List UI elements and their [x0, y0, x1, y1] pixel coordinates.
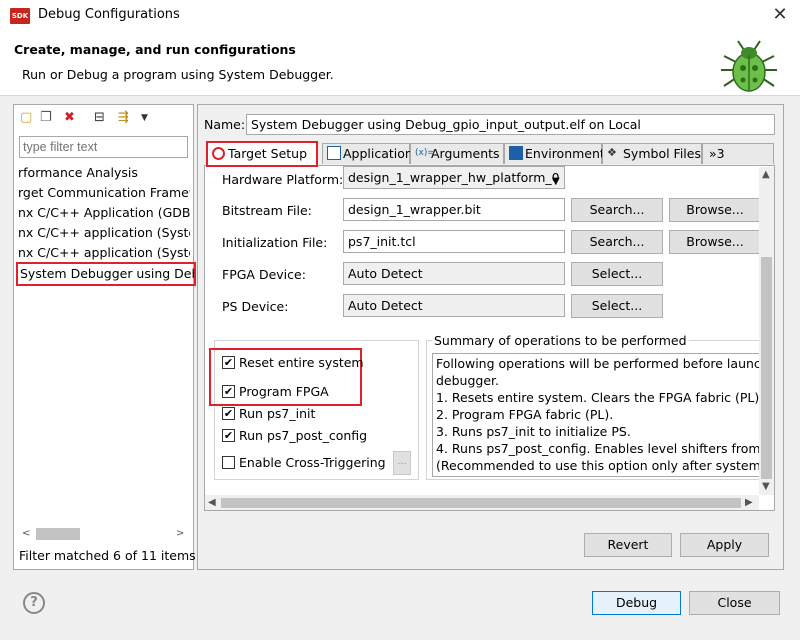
symbol-files-icon: ❖: [607, 146, 617, 159]
bitstream-search-button[interactable]: Search...: [571, 198, 663, 222]
initialization-file-label: Initialization File:: [222, 235, 328, 250]
revert-button[interactable]: Revert: [584, 533, 672, 557]
tab-arguments[interactable]: (x)= Arguments: [410, 143, 504, 164]
hardware-platform-select[interactable]: design_1_wrapper_hw_platform_0: [343, 166, 565, 189]
summary-line: 2. Program FPGA fabric (PL).: [436, 407, 614, 422]
init-browse-button[interactable]: Browse...: [669, 230, 761, 254]
collapse-all-icon[interactable]: ⊟: [94, 110, 105, 126]
ps-select-button[interactable]: Select...: [571, 294, 663, 318]
name-label: Name:: [204, 117, 246, 132]
view-menu-dropdown-icon[interactable]: ▼: [141, 110, 148, 126]
program-fpga-checkbox[interactable]: ✔: [222, 385, 235, 398]
scroll-left-icon[interactable]: <: [22, 528, 30, 539]
close-button[interactable]: Close: [689, 591, 780, 615]
cross-triggering-checkbox[interactable]: [222, 456, 235, 469]
new-configuration-icon[interactable]: ▢: [20, 110, 32, 126]
run-ps7-init-label: Run ps7_init: [239, 406, 316, 421]
scroll-left-icon[interactable]: ◀: [208, 497, 216, 508]
left-horizontal-scrollbar[interactable]: < >: [18, 526, 188, 542]
tree-item[interactable]: rformance Analysis: [18, 163, 190, 183]
tab-environment[interactable]: Environment: [504, 143, 605, 164]
bitstream-file-input[interactable]: design_1_wrapper.bit: [343, 198, 565, 221]
init-search-button[interactable]: Search...: [571, 230, 663, 254]
window-title: Debug Configurations: [38, 7, 180, 22]
hardware-platform-label: Hardware Platform:: [222, 172, 344, 187]
reset-system-label: Reset entire system: [239, 355, 364, 370]
scroll-down-icon[interactable]: ▼: [762, 481, 770, 492]
tree-item[interactable]: rget Communication Framewo: [18, 183, 190, 203]
scroll-thumb[interactable]: [221, 498, 741, 508]
scroll-right-icon[interactable]: ▶: [745, 497, 753, 508]
window-close-button[interactable]: ✕: [760, 0, 800, 32]
sdk-app-icon: SDK: [10, 8, 30, 24]
bitstream-browse-button[interactable]: Browse...: [669, 198, 761, 222]
tab-target-setup[interactable]: Target Setup: [206, 141, 318, 167]
bitstream-file-label: Bitstream File:: [222, 203, 312, 218]
cross-triggering-settings-button[interactable]: ...: [393, 451, 411, 475]
duplicate-configuration-icon[interactable]: ❐: [40, 110, 52, 126]
debug-button[interactable]: Debug: [592, 591, 681, 615]
scroll-right-icon[interactable]: >: [176, 528, 184, 539]
content-vertical-scrollbar[interactable]: ▲ ▼: [759, 167, 774, 495]
scroll-up-icon[interactable]: ▲: [762, 169, 770, 180]
program-fpga-label: Program FPGA: [239, 384, 329, 399]
filter-input[interactable]: [19, 136, 188, 158]
scroll-thumb[interactable]: [761, 257, 772, 479]
reset-system-checkbox[interactable]: ✔: [222, 356, 235, 369]
tree-item[interactable]: nx C/C++ Application (GDB): [18, 203, 190, 223]
initialization-file-input[interactable]: ps7_init.tcl: [343, 230, 565, 253]
summary-line: debugger.: [436, 373, 500, 388]
summary-title: Summary of operations to be performed: [432, 333, 689, 348]
run-ps7-post-config-checkbox[interactable]: ✔: [222, 429, 235, 442]
filter-status: Filter matched 6 of 11 items: [19, 548, 196, 563]
content-horizontal-scrollbar[interactable]: ◀ ▶: [205, 495, 759, 510]
tab-symbol-files[interactable]: ❖ Symbol Files: [602, 143, 702, 164]
fpga-select-button[interactable]: Select...: [571, 262, 663, 286]
delete-configuration-icon[interactable]: ✖: [64, 110, 75, 126]
ps-device-input[interactable]: Auto Detect: [343, 294, 565, 317]
scroll-thumb[interactable]: [36, 528, 80, 540]
summary-line: Following operations will be performed b…: [436, 356, 759, 371]
help-icon[interactable]: ?: [23, 592, 45, 614]
arguments-icon: (x)=: [415, 148, 435, 158]
run-ps7-init-checkbox[interactable]: ✔: [222, 407, 235, 420]
cross-triggering-label: Enable Cross-Triggering: [239, 455, 386, 470]
debug-bug-icon: [721, 40, 777, 92]
tab-more[interactable]: »3: [702, 143, 774, 164]
filter-configurations-icon[interactable]: ⇶: [118, 110, 129, 126]
ps-device-label: PS Device:: [222, 299, 289, 314]
header-title: Create, manage, and run configurations: [14, 42, 296, 57]
summary-line: 4. Runs ps7_post_config. Enables level s…: [436, 441, 760, 456]
chevron-down-icon: ▼: [552, 176, 560, 187]
summary-line: 3. Runs ps7_init to initialize PS.: [436, 424, 631, 439]
apply-button[interactable]: Apply: [680, 533, 769, 557]
tab-application[interactable]: Application: [322, 143, 413, 164]
fpga-device-label: FPGA Device:: [222, 267, 306, 282]
header-subtitle: Run or Debug a program using System Debu…: [22, 67, 334, 82]
fpga-device-input[interactable]: Auto Detect: [343, 262, 565, 285]
tree-item[interactable]: nx C/C++ application (Systen: [18, 223, 190, 243]
summary-text-area[interactable]: Following operations will be performed b…: [432, 353, 760, 477]
tree-item[interactable]: nx C/C++ application (Systen: [18, 243, 190, 263]
application-icon: [327, 146, 341, 160]
environment-icon: [509, 146, 523, 160]
tree-item-selected[interactable]: System Debugger using Deb: [16, 262, 196, 286]
summary-line: 1. Resets entire system. Clears the FPGA…: [436, 390, 760, 405]
summary-line: (Recommended to use this option only aft…: [436, 458, 760, 473]
run-ps7-post-config-label: Run ps7_post_config: [239, 428, 368, 443]
name-input[interactable]: System Debugger using Debug_gpio_input_o…: [246, 114, 775, 135]
target-setup-icon: [212, 147, 225, 160]
